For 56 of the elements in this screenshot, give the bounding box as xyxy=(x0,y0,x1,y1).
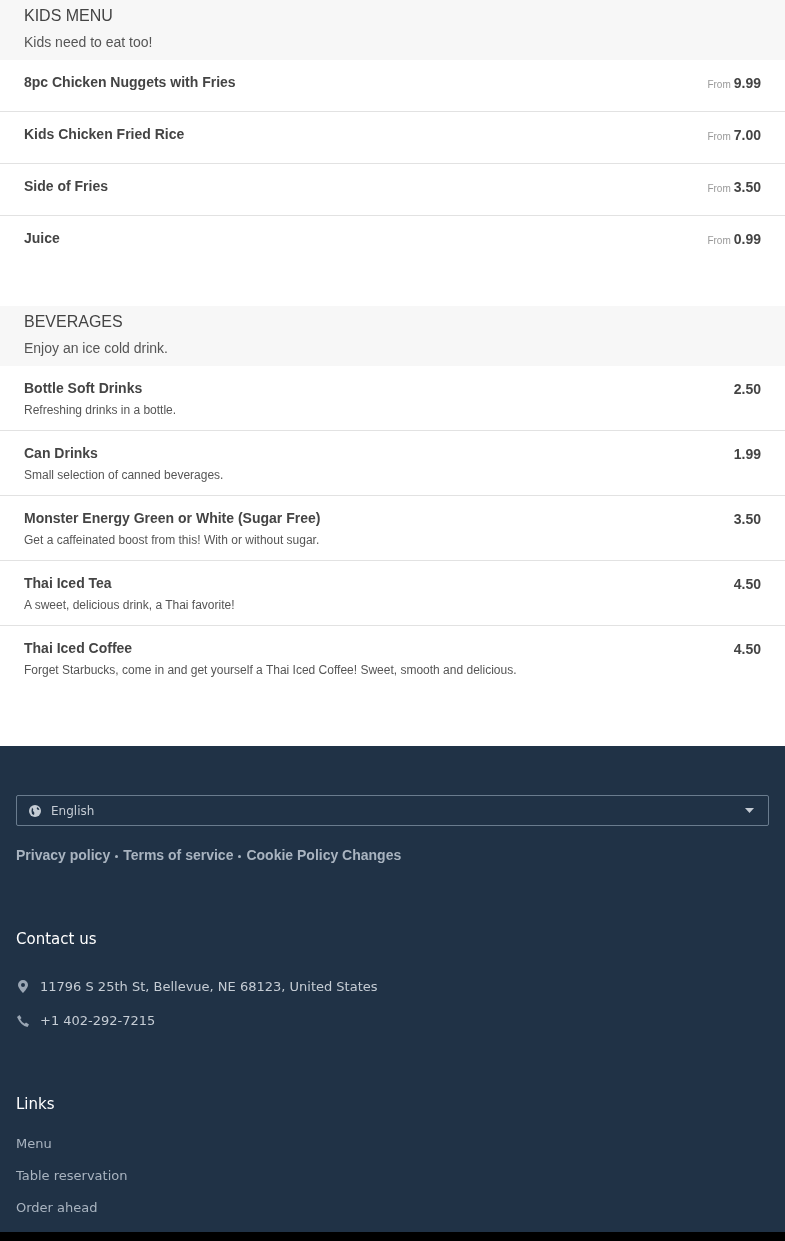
item-price: 9.99 xyxy=(733,75,761,91)
section-subtitle: Kids need to eat too! xyxy=(24,34,154,50)
menu-item[interactable]: Side of Fries From 3.50 xyxy=(0,164,785,216)
language-dropdown[interactable]: English xyxy=(16,795,769,826)
menu-item[interactable]: 8pc Chicken Nuggets with Fries From 9.99 xyxy=(0,60,785,112)
item-description: Forget Starbucks, come in and get yourself a Thai Iced Coffee! Sweet, smooth and delicious. xyxy=(24,663,517,677)
menu-item[interactable]: Monster Energy Green or White (Sugar Free) Get a caffeinated boost from this! With or without sugar. 3.50 xyxy=(0,496,785,561)
legal-link[interactable]: Privacy policy xyxy=(16,847,111,863)
location-pin-icon xyxy=(16,980,30,993)
legal-link[interactable]: Terms of service xyxy=(123,847,234,863)
caret-icon xyxy=(745,808,754,813)
menu-item[interactable]: Thai Iced Coffee Forget Starbucks, come in and get yourself a Thai Iced Coffee! Sweet, smooth and delicious. 4.50 xyxy=(0,626,785,690)
item-name: 8pc Chicken Nuggets with Fries xyxy=(24,74,236,91)
price-prefix: From xyxy=(707,183,731,194)
legal-link[interactable]: Cookie Policy Changes xyxy=(246,847,402,863)
price-prefix: From xyxy=(707,79,731,90)
phone-number: +1 402-292-7215 xyxy=(40,1013,156,1028)
menu-item[interactable]: Can Drinks Small selection of canned beverages. 1.99 xyxy=(0,431,785,496)
contact-heading: Contact us xyxy=(16,929,98,949)
item-price: 1.99 xyxy=(733,446,761,462)
item-description: Refreshing drinks in a bottle. xyxy=(24,403,177,417)
item-price: 3.50 xyxy=(733,511,761,527)
item-price: 4.50 xyxy=(733,576,761,592)
footer-link[interactable]: Order ahead xyxy=(16,1200,98,1216)
item-name: Can Drinks xyxy=(24,445,99,462)
price-prefix: From xyxy=(707,131,731,142)
item-price: 3.50 xyxy=(733,179,761,195)
item-price: 4.50 xyxy=(733,641,761,657)
item-name: Side of Fries xyxy=(24,178,109,195)
item-price: 2.50 xyxy=(733,381,761,397)
item-price: 7.00 xyxy=(733,127,761,143)
section-title: BEVERAGES xyxy=(24,312,124,332)
section-subtitle: Enjoy an ice cold drink. xyxy=(24,340,169,356)
price-prefix: From xyxy=(707,235,731,246)
item-price: 0.99 xyxy=(733,231,761,247)
menu-item[interactable]: Bottle Soft Drinks Refreshing drinks in a bottle. 2.50 xyxy=(0,366,785,431)
address-text: 11796 S 25th St, Bellevue, NE 68123, United States xyxy=(40,979,378,994)
footer-link[interactable]: Menu xyxy=(16,1136,52,1152)
item-description: A sweet, delicious drink, a Thai favorite! xyxy=(24,598,235,612)
item-description: Get a caffeinated boost from this! With or without sugar. xyxy=(24,533,321,547)
item-name: Thai Iced Tea xyxy=(24,575,113,592)
item-name: Juice xyxy=(24,230,60,247)
globe-icon xyxy=(29,804,41,817)
footer-link[interactable]: Table reservation xyxy=(16,1168,128,1184)
menu-item[interactable]: Juice From 0.99 xyxy=(0,216,785,267)
item-name: Monster Energy Green or White (Sugar Free) xyxy=(24,510,321,527)
language-value: English xyxy=(51,803,96,818)
menu-item[interactable]: Kids Chicken Fried Rice From 7.00 xyxy=(0,112,785,164)
item-name: Bottle Soft Drinks xyxy=(24,380,144,397)
menu-item[interactable]: Thai Iced Tea A sweet, delicious drink, a Thai favorite! 4.50 xyxy=(0,561,785,626)
phone-icon xyxy=(16,1014,30,1027)
item-name: Kids Chicken Fried Rice xyxy=(24,126,185,143)
item-name: Thai Iced Coffee xyxy=(24,640,134,657)
section-title: KIDS MENU xyxy=(24,6,114,26)
links-heading: Links xyxy=(16,1094,56,1114)
item-description: Small selection of canned beverages. xyxy=(24,468,224,482)
